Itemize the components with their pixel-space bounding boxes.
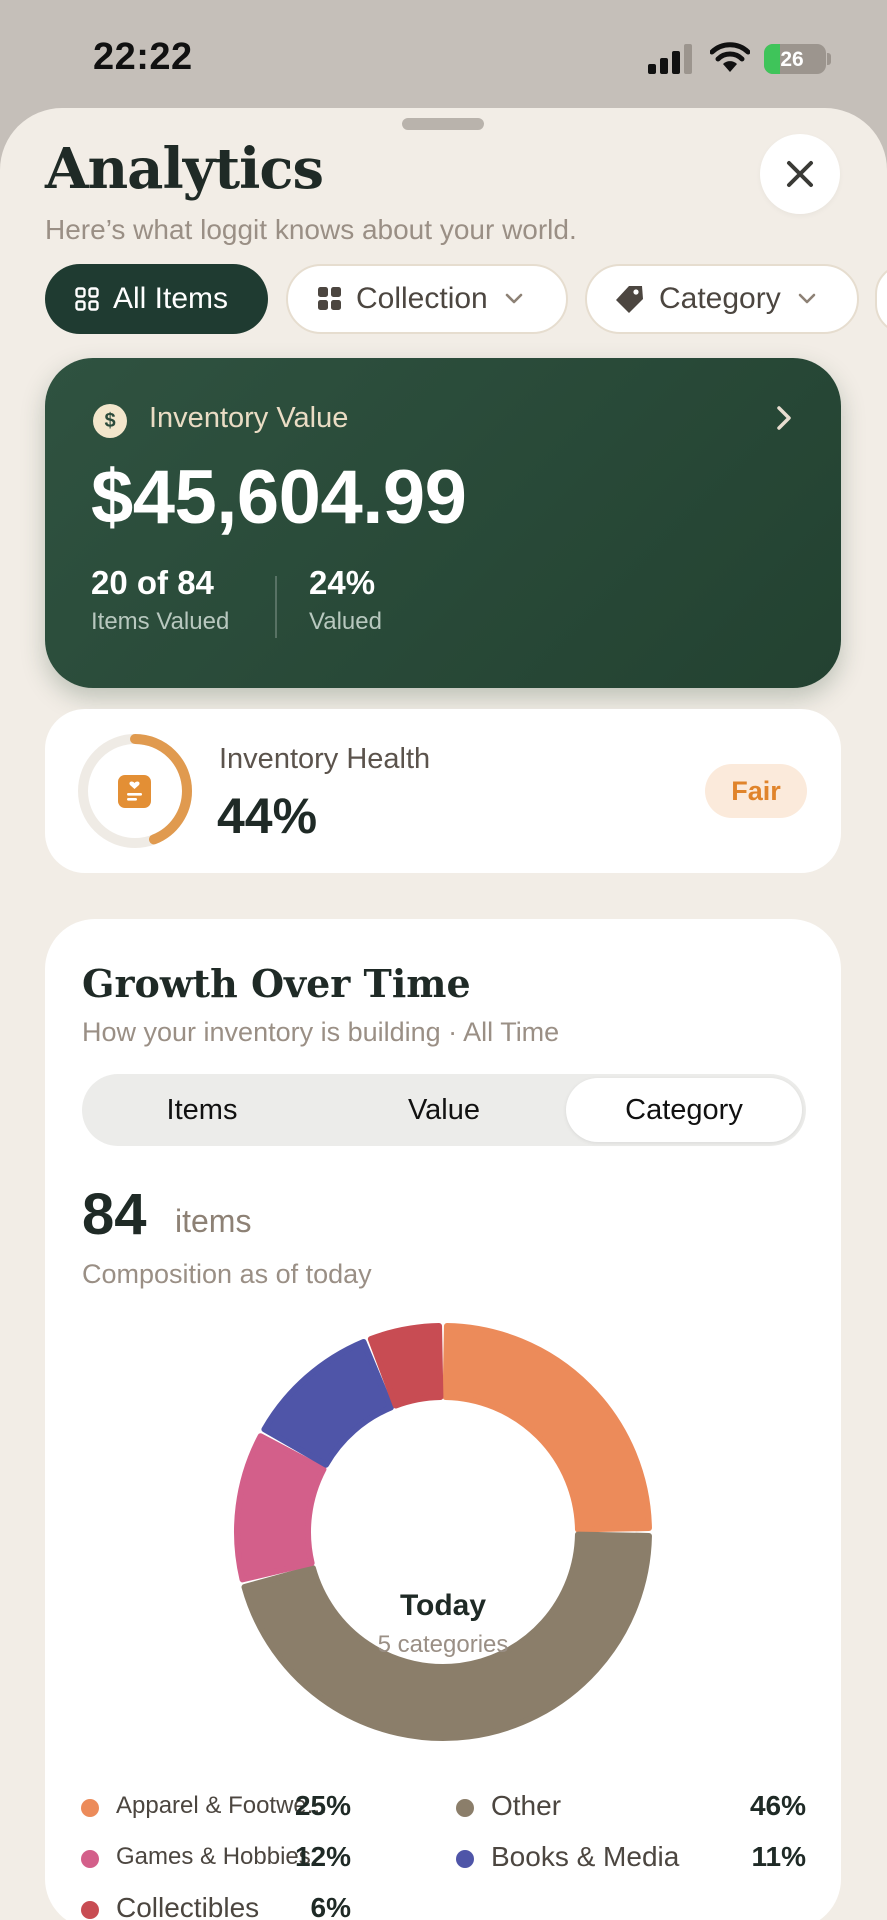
tag-icon	[616, 286, 643, 313]
stat-value: 24%	[309, 564, 376, 601]
wifi-icon	[710, 42, 750, 72]
cellular-signal-icon	[648, 44, 692, 74]
filter-collection[interactable]: Collection	[286, 264, 568, 334]
items-valued-stat: 20 of 84 Items Valued	[91, 564, 229, 636]
stat-label: Valued	[309, 608, 382, 635]
filter-all-items[interactable]: All Items	[45, 264, 268, 334]
filter-chips: All Items Collection Category	[45, 264, 887, 338]
legend-label: Books & Media	[491, 1841, 680, 1872]
health-status-badge: Fair	[705, 764, 807, 818]
legend-item: Books & Media 11%	[456, 1839, 806, 1879]
stat-divider	[275, 576, 277, 638]
item-count-unit: items	[175, 1203, 252, 1239]
close-icon	[787, 161, 813, 187]
tab-value[interactable]: Value	[324, 1074, 564, 1146]
health-box-icon	[118, 775, 151, 808]
item-count: 84	[82, 1182, 147, 1247]
filter-chip-partial[interactable]	[875, 264, 887, 334]
growth-title: Growth Over Time	[82, 961, 471, 1006]
legend-value: 11%	[751, 1841, 807, 1872]
close-button[interactable]	[760, 134, 840, 214]
status-bar: 22:22 26	[0, 0, 887, 110]
legend-item: Other 46%	[456, 1788, 806, 1828]
battery-percentage: 26	[780, 48, 804, 71]
chevron-down-icon	[798, 293, 816, 304]
filter-label: All Items	[113, 282, 229, 315]
legend-item: Collectibles 6%	[81, 1890, 371, 1920]
filter-label: Category	[659, 282, 781, 315]
legend-value: 6%	[310, 1892, 351, 1920]
inventory-value-card[interactable]: $ Inventory Value $45,604.99 20 of 84 It…	[45, 358, 841, 688]
legend-dot	[456, 1799, 474, 1817]
composition-note: Composition as of today	[82, 1259, 372, 1289]
inventory-value-label: Inventory Value	[149, 402, 349, 434]
analytics-sheet: Analytics Here’s what loggit knows about…	[0, 108, 887, 1920]
legend-value: 12%	[294, 1841, 351, 1872]
status-time: 22:22	[93, 36, 193, 78]
stat-label: Items Valued	[91, 608, 230, 635]
growth-segmented-control: Items Value Category	[82, 1074, 806, 1146]
filter-label: Collection	[356, 282, 488, 315]
grid-icon	[75, 287, 99, 311]
legend-dot	[81, 1799, 99, 1817]
sheet-grabber[interactable]	[402, 118, 484, 130]
legend-label: Other	[491, 1790, 562, 1821]
legend-label: Collectibles	[116, 1892, 260, 1920]
health-value: 44%	[217, 788, 318, 844]
tab-category[interactable]: Category	[566, 1078, 802, 1142]
collection-icon	[318, 287, 341, 310]
legend-value: 46%	[749, 1790, 806, 1821]
page-title: Analytics	[45, 136, 324, 202]
chevron-right-icon	[777, 406, 791, 430]
stat-value: 20 of 84	[91, 564, 214, 601]
tab-items[interactable]: Items	[82, 1074, 322, 1146]
battery-nub	[827, 53, 831, 65]
legend-dot	[81, 1901, 99, 1919]
legend-item: Games & Hobbies 12%	[81, 1839, 371, 1879]
legend-item: Apparel & Footwe... 25%	[81, 1788, 371, 1828]
battery-icon: 26	[764, 44, 826, 74]
page-subtitle: Here’s what loggit knows about your worl…	[45, 214, 577, 245]
health-label: Inventory Health	[219, 743, 431, 775]
dollar-icon: $	[93, 404, 127, 438]
donut-center-subtitle: 5 categories	[377, 1631, 509, 1658]
legend-dot	[81, 1850, 99, 1868]
legend-dot	[456, 1850, 474, 1868]
donut-center-title: Today	[399, 1589, 487, 1622]
inventory-value-amount: $45,604.99	[91, 455, 467, 540]
inventory-health-card[interactable]: Inventory Health 44% Fair	[45, 709, 841, 873]
donut-slice-apparel-footwe[interactable]	[442, 1323, 652, 1533]
growth-card: Growth Over Time How your inventory is b…	[45, 919, 841, 1920]
category-donut-chart	[234, 1323, 652, 1741]
legend-value: 25%	[294, 1790, 351, 1821]
growth-subtitle: How your inventory is building · All Tim…	[82, 1017, 560, 1047]
filter-category[interactable]: Category	[585, 264, 859, 334]
chevron-down-icon	[505, 293, 523, 304]
valued-percent-stat: 24% Valued	[309, 564, 382, 636]
